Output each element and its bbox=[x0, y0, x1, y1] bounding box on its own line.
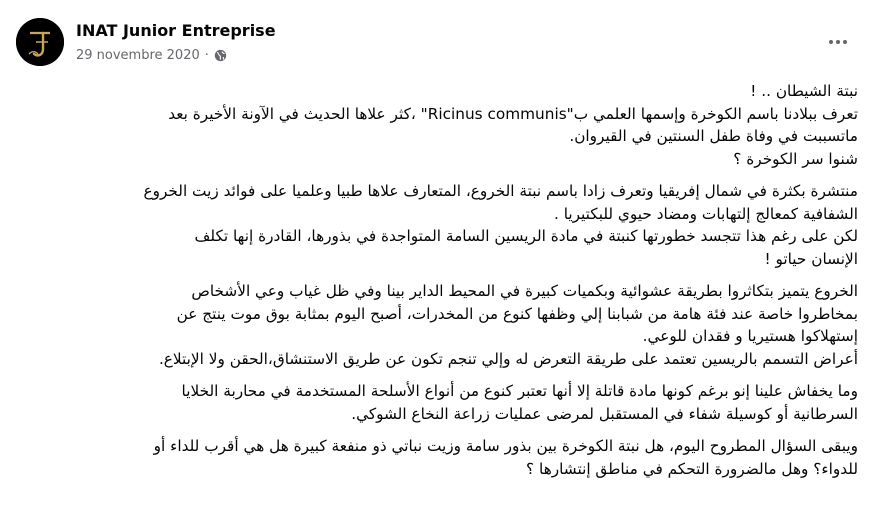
more-options-button[interactable] bbox=[820, 24, 856, 60]
post-line: تعرف ببلادنا باسم الكوخرة وإسمها العلمي … bbox=[168, 104, 858, 123]
post-line: الإنسان حياتو ! bbox=[764, 249, 858, 268]
post-line: نبتة الشيطان .. ! bbox=[750, 82, 858, 100]
more-options-icon bbox=[829, 40, 847, 44]
post-line: شنوا سر الكوخرة ؟ bbox=[733, 149, 858, 168]
post-line: أعراض التسمم بالريسين تعتمد على طريقة ال… bbox=[158, 349, 858, 368]
inat-logo-j-icon bbox=[16, 18, 64, 66]
post-line: بمخاطروا خاصة عند فئة هامة من شبابنا إلي… bbox=[176, 304, 858, 323]
post-line: منتشرة بكثرة في شمال إفريقيا وتعرف زادا … bbox=[143, 182, 858, 200]
post-meta: 29 novembre 2020 · bbox=[76, 48, 227, 63]
globe-icon bbox=[214, 49, 227, 62]
post-paragraph: الخروع يتميز بتكاثروا بطريقة عشوائية وبك… bbox=[14, 280, 858, 370]
post-line: ويبقى السؤال المطروح اليوم، هل نبتة الكو… bbox=[153, 437, 858, 455]
post-line: ماتسببت في وفاة طفل السنتين في القيروان. bbox=[569, 127, 858, 145]
post-line: إستهلاكوا هستيريا و فقدان للوعي. bbox=[642, 327, 858, 345]
post-line: وما يخفاش علينا إنو برغم كونها مادة قاتل… bbox=[181, 382, 858, 400]
meta-separator: · bbox=[204, 48, 209, 63]
page-name[interactable]: INAT Junior Entreprise bbox=[76, 21, 276, 40]
post-line: للدواء؟ وهل مالضرورة التحكم في مناطق إنت… bbox=[526, 459, 858, 478]
post-line: الشفافية كمعالج إلتهابات ومضاد حيوي للبك… bbox=[553, 204, 858, 223]
avatar[interactable] bbox=[16, 18, 64, 66]
post-text: نبتة الشيطان .. ! تعرف ببلادنا باسم الكو… bbox=[14, 80, 858, 490]
post-line: الخروع يتميز بتكاثروا بطريقة عشوائية وبك… bbox=[191, 282, 858, 300]
post-paragraph: ويبقى السؤال المطروح اليوم، هل نبتة الكو… bbox=[14, 435, 858, 480]
post-date[interactable]: 29 novembre 2020 bbox=[76, 48, 200, 63]
post-header: INAT Junior Entreprise 29 novembre 2020 … bbox=[16, 16, 856, 68]
post-line: لكن على رغم هذا تتجسد خطورتها كنبتة في م… bbox=[194, 227, 858, 245]
facebook-post: INAT Junior Entreprise 29 novembre 2020 … bbox=[0, 0, 872, 532]
post-paragraph: وما يخفاش علينا إنو برغم كونها مادة قاتل… bbox=[14, 380, 858, 425]
post-paragraph: نبتة الشيطان .. ! تعرف ببلادنا باسم الكو… bbox=[14, 80, 858, 170]
post-paragraph: منتشرة بكثرة في شمال إفريقيا وتعرف زادا … bbox=[14, 180, 858, 270]
post-line: السرطانية أو كوسيلة شفاء في المستقبل لمر… bbox=[351, 404, 858, 423]
